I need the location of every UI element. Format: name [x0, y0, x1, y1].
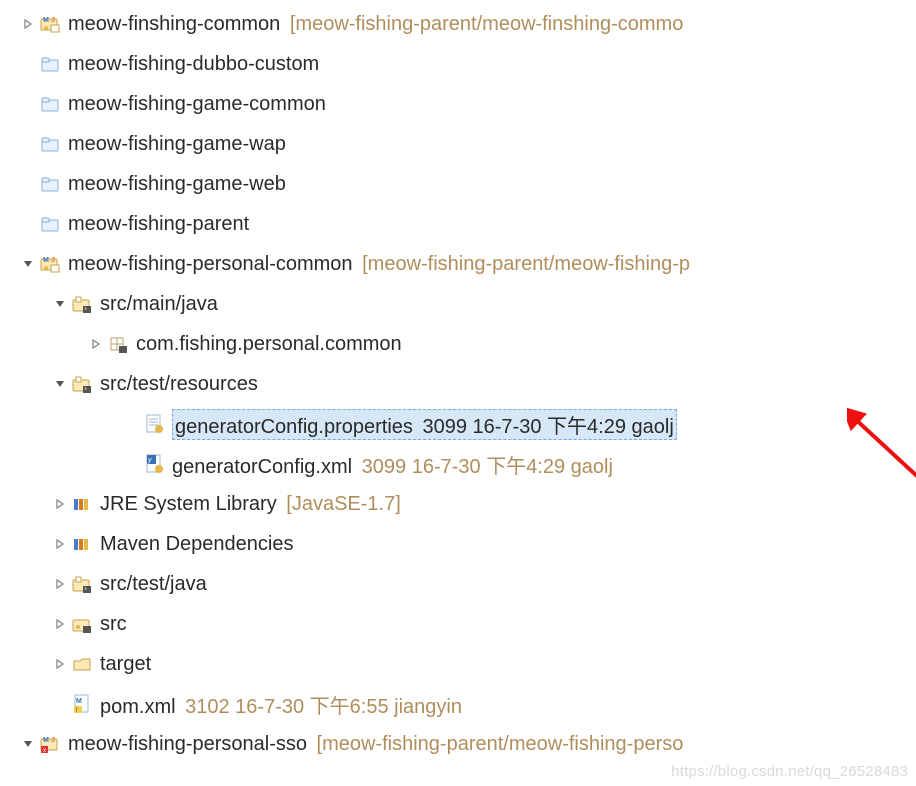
- folder-closed-icon: [40, 94, 60, 114]
- tree-item[interactable]: Maven Dependencies: [0, 524, 916, 564]
- expand-arrow-right-icon[interactable]: [52, 496, 68, 512]
- xml-file-icon: y: [144, 454, 164, 474]
- tree-item-meta: 3099 16-7-30 下午4:29 gaolj: [356, 456, 613, 478]
- tree-item[interactable]: JRE System Library [JavaSE-1.7]: [0, 484, 916, 524]
- tree-item[interactable]: M! pom.xml 3102 16-7-30 下午6:55 jiangyin: [0, 684, 916, 724]
- expand-arrow-down-icon[interactable]: [52, 296, 68, 312]
- tree-item[interactable]: meow-fishing-game-wap: [0, 124, 916, 164]
- tree-item[interactable]: * src/main/java: [0, 284, 916, 324]
- tree-item-label: generatorConfig.xml: [172, 456, 352, 478]
- tree-item[interactable]: src: [0, 604, 916, 644]
- tree-item-label: meow-fishing-personal-sso: [68, 733, 307, 755]
- tree-item-label: JRE System Library: [100, 493, 277, 515]
- tree-item[interactable]: * src/test/java: [0, 564, 916, 604]
- prop-file-icon: [144, 414, 164, 434]
- tree-item-label: meow-fishing-parent: [68, 213, 249, 235]
- tree-item-meta: [meow-fishing-parent/meow-fishing-perso: [311, 733, 683, 755]
- library-icon: [72, 534, 92, 554]
- tree-item-label: meow-fishing-game-web: [68, 173, 286, 195]
- svg-text:M: M: [43, 737, 49, 744]
- expand-arrow-down-icon[interactable]: [20, 256, 36, 272]
- tree-item-label: Maven Dependencies: [100, 533, 293, 555]
- tree-item-meta: [meow-fishing-parent/meow-fishing-p: [357, 253, 690, 275]
- tree-item-label: meow-fishing-dubbo-custom: [68, 53, 319, 75]
- tree-item-label: target: [100, 653, 151, 675]
- expand-arrow-right-icon[interactable]: [52, 616, 68, 632]
- expand-arrow-down-icon[interactable]: [52, 376, 68, 392]
- tree-item[interactable]: * src/test/resources: [0, 364, 916, 404]
- expand-arrow-down-icon[interactable]: [20, 736, 36, 752]
- folder-open-icon: [72, 654, 92, 674]
- tree-item-label: src/test/resources: [100, 373, 258, 395]
- library-icon: [72, 494, 92, 514]
- tree-item[interactable]: target: [0, 644, 916, 684]
- tree-item-label: com.fishing.personal.common: [136, 333, 402, 355]
- tree-item-label: meow-finshing-common: [68, 13, 280, 35]
- mj-project-icon: MJ: [40, 14, 60, 34]
- watermark: https://blog.csdn.net/qq_26528483: [671, 763, 908, 780]
- tree-item-meta: 3099 16-7-30 下午4:29 gaolj: [417, 416, 674, 438]
- pom-file-icon: M!: [72, 694, 92, 714]
- svg-text:J: J: [51, 737, 55, 744]
- package-icon: [108, 334, 128, 354]
- tree-item-label: src/main/java: [100, 293, 218, 315]
- svg-text:M: M: [43, 257, 49, 264]
- folder-closed-icon: [40, 134, 60, 154]
- mj-project-icon: MJ: [40, 254, 60, 274]
- svg-text:y: y: [147, 457, 152, 464]
- tree-item[interactable]: meow-fishing-game-web: [0, 164, 916, 204]
- svg-text:J: J: [51, 257, 55, 264]
- tree-item[interactable]: MJmeow-finshing-common [meow-fishing-par…: [0, 4, 916, 44]
- src-folder-icon: *: [72, 294, 92, 314]
- tree-item-label: meow-fishing-personal-common: [68, 253, 353, 275]
- tree-item[interactable]: MJx meow-fishing-personal-sso [meow-fishi…: [0, 724, 916, 764]
- tree-item-label: src/test/java: [100, 573, 207, 595]
- svg-text:M: M: [43, 17, 49, 24]
- svg-text:x: x: [43, 748, 46, 753]
- tree-item[interactable]: generatorConfig.properties 3099 16-7-30 …: [0, 404, 916, 444]
- project-explorer-tree[interactable]: MJmeow-finshing-common [meow-fishing-par…: [0, 4, 916, 764]
- tree-item[interactable]: y generatorConfig.xml 3099 16-7-30 下午4:29…: [0, 444, 916, 484]
- tree-item-label: meow-fishing-game-wap: [68, 133, 286, 155]
- expand-arrow-right-icon[interactable]: [52, 656, 68, 672]
- tree-item-meta: [meow-fishing-parent/meow-finshing-commo: [284, 13, 683, 35]
- src-folder-plain-icon: [72, 614, 92, 634]
- tree-item[interactable]: meow-fishing-dubbo-custom: [0, 44, 916, 84]
- src-folder-icon: *: [72, 574, 92, 594]
- folder-closed-icon: [40, 174, 60, 194]
- svg-text:M: M: [76, 698, 82, 705]
- tree-item[interactable]: meow-fishing-parent: [0, 204, 916, 244]
- tree-item[interactable]: MJmeow-fishing-personal-common [meow-fis…: [0, 244, 916, 284]
- tree-item-meta: 3102 16-7-30 下午6:55 jiangyin: [180, 696, 462, 718]
- expand-arrow-right-icon[interactable]: [52, 576, 68, 592]
- expand-arrow-right-icon[interactable]: [52, 536, 68, 552]
- tree-item[interactable]: com.fishing.personal.common: [0, 324, 916, 364]
- tree-item-label: pom.xml: [100, 696, 176, 718]
- folder-closed-icon: [40, 214, 60, 234]
- svg-text:J: J: [51, 17, 55, 24]
- tree-item-label: src: [100, 613, 127, 635]
- tree-item[interactable]: meow-fishing-game-common: [0, 84, 916, 124]
- src-folder-icon: *: [72, 374, 92, 394]
- folder-closed-icon: [40, 54, 60, 74]
- expand-arrow-right-icon[interactable]: [88, 336, 104, 352]
- expand-arrow-right-icon[interactable]: [20, 16, 36, 32]
- tree-item-label: meow-fishing-game-common: [68, 93, 326, 115]
- mj-project-err-icon: MJx: [40, 734, 60, 754]
- tree-item-label: generatorConfig.properties: [175, 416, 413, 438]
- tree-item-meta: [JavaSE-1.7]: [281, 493, 401, 515]
